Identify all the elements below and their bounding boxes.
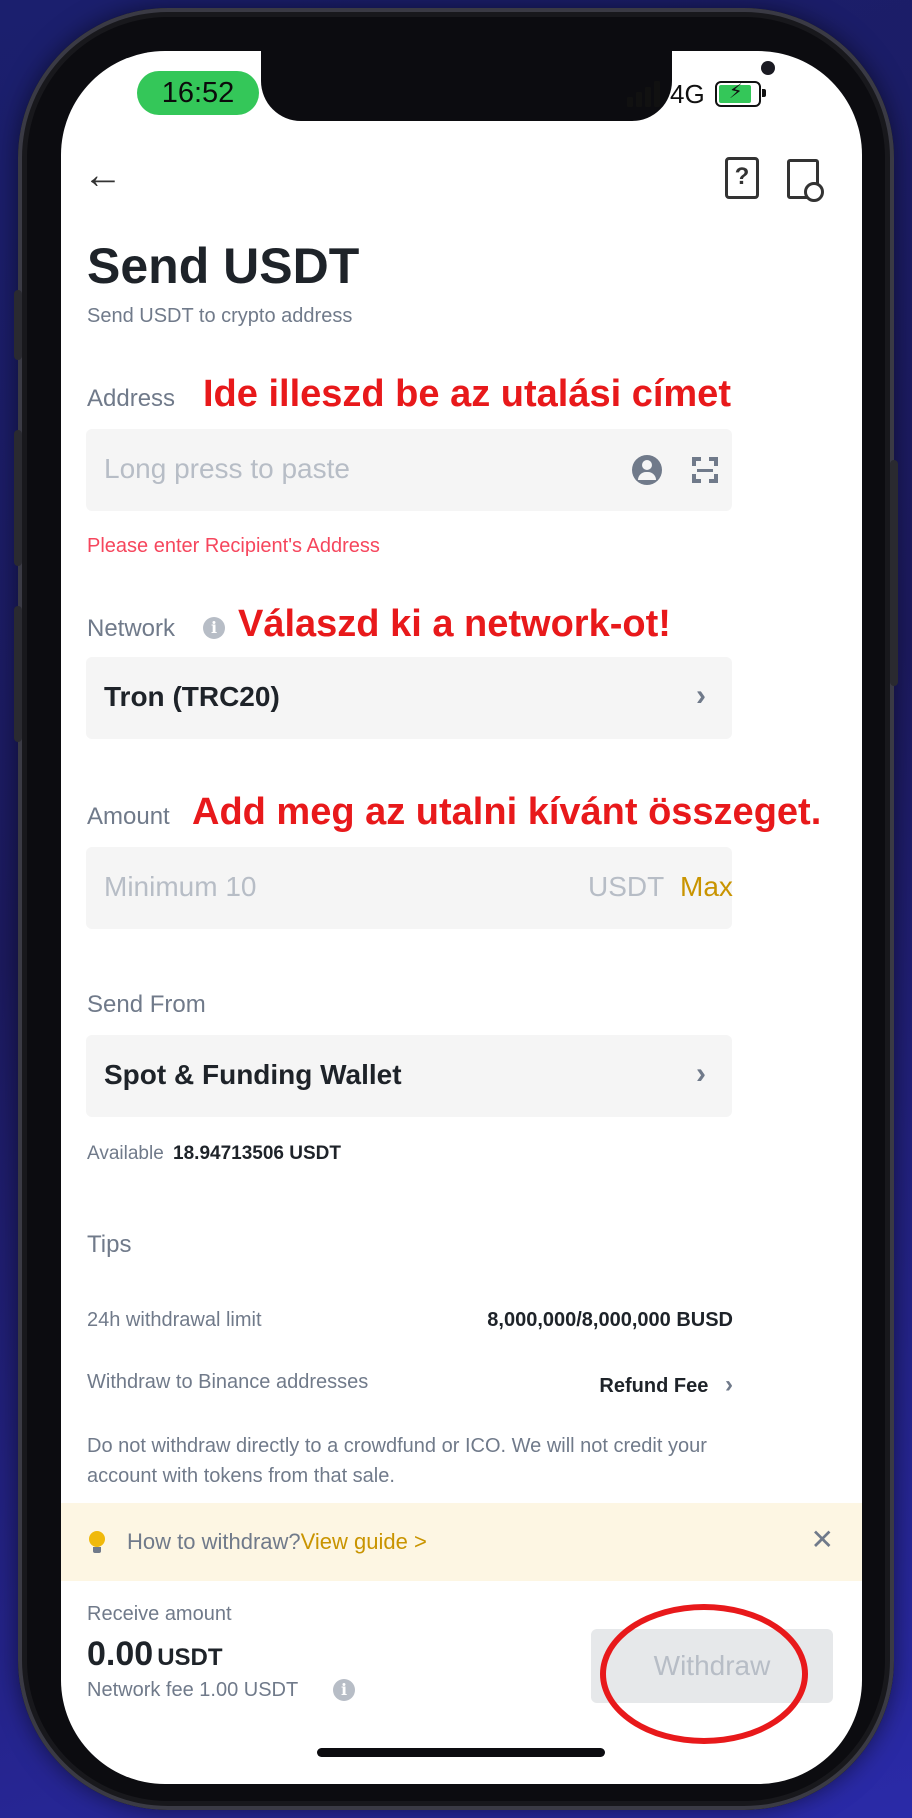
phone-screen: 16:52 4G ⚡ ← ? Send USDT Send USDT to cr… xyxy=(61,51,862,1784)
lightbulb-icon xyxy=(89,1531,105,1553)
available-label: Available xyxy=(87,1143,164,1164)
address-label: Address xyxy=(87,385,176,412)
camera xyxy=(761,61,775,75)
page-subtitle: Send USDT to crypto address xyxy=(87,305,353,327)
binance-address-row[interactable]: Withdraw to Binance addresses Refund Fee xyxy=(87,1371,733,1397)
page-title: Send USDT xyxy=(87,238,360,294)
guide-banner: How to withdraw?View guide > ✕ xyxy=(61,1503,862,1581)
wallet-select[interactable]: Spot & Funding Wallet › xyxy=(86,1035,732,1117)
amount-label: Amount xyxy=(87,803,170,830)
address-input[interactable]: Long press to paste xyxy=(86,429,732,511)
amount-annotation: Add meg az utalni kívánt összeget. xyxy=(192,791,822,833)
receive-label: Receive amount xyxy=(87,1603,232,1625)
status-indicators: 4G ⚡ xyxy=(627,77,766,111)
highlight-circle xyxy=(600,1604,808,1744)
guide-text: How to withdraw?View guide > xyxy=(127,1529,427,1555)
back-arrow-icon[interactable]: ← xyxy=(83,153,123,198)
binance-label: Withdraw to Binance addresses xyxy=(87,1371,369,1393)
wallet-value: Spot & Funding Wallet xyxy=(104,1059,402,1090)
chevron-right-icon: › xyxy=(696,679,706,712)
network-label: Network xyxy=(87,615,176,642)
tips-title: Tips xyxy=(87,1231,132,1258)
fee-info-icon[interactable]: i xyxy=(333,1679,355,1701)
amount-placeholder: Minimum 10 xyxy=(104,871,257,902)
status-time: 16:52 xyxy=(137,71,259,115)
limit-value: 8,000,000/8,000,000 BUSD xyxy=(487,1309,733,1331)
network-fee-text: Network fee 1.00 USDT xyxy=(87,1679,299,1701)
mute-switch xyxy=(14,290,22,360)
receive-unit: USDT xyxy=(157,1644,223,1671)
limit-label: 24h withdrawal limit xyxy=(87,1309,262,1331)
network-select[interactable]: Tron (TRC20) › xyxy=(86,657,732,739)
ico-warning: Do not withdraw directly to a crowdfund … xyxy=(87,1435,707,1487)
close-icon[interactable]: ✕ xyxy=(811,1523,834,1556)
history-icon[interactable] xyxy=(787,159,824,202)
amount-input[interactable]: Minimum 10 USDT Max xyxy=(86,847,733,929)
guide-question: How to withdraw? xyxy=(127,1529,301,1554)
scan-qr-icon[interactable] xyxy=(692,457,718,483)
refund-fee-link[interactable]: Refund Fee xyxy=(599,1371,733,1399)
help-icon[interactable]: ? xyxy=(725,157,759,199)
available-balance: Available 18.94713506 USDT xyxy=(87,1143,341,1165)
view-guide-link[interactable]: View guide > xyxy=(301,1529,427,1554)
network-fee: Network fee 1.00 USDT xyxy=(87,1679,298,1702)
send-from-label: Send From xyxy=(87,991,206,1018)
withdrawal-limit-row: 24h withdrawal limit 8,000,000/8,000,000… xyxy=(87,1309,733,1332)
address-placeholder: Long press to paste xyxy=(104,453,350,484)
max-button[interactable]: Max xyxy=(680,871,733,903)
network-value: Tron (TRC20) xyxy=(104,681,280,712)
amount-unit: USDT xyxy=(588,871,665,902)
chevron-right-icon: › xyxy=(696,1057,706,1090)
notch xyxy=(261,51,775,121)
receive-value: 0.00 xyxy=(87,1635,154,1673)
receive-amount: 0.00 USDT xyxy=(87,1635,223,1674)
address-book-icon[interactable] xyxy=(632,455,662,485)
battery-icon: ⚡ xyxy=(714,81,766,107)
volume-down-button xyxy=(14,606,22,742)
home-indicator[interactable] xyxy=(317,1748,605,1757)
address-error: Please enter Recipient's Address xyxy=(87,535,380,557)
power-button xyxy=(890,460,898,686)
volume-up-button xyxy=(14,430,22,566)
available-value: 18.94713506 USDT xyxy=(173,1143,341,1164)
signal-icon xyxy=(627,81,660,107)
network-info-icon[interactable]: i xyxy=(203,617,225,639)
address-annotation: Ide illeszd be az utalási címet xyxy=(203,373,731,415)
network-type: 4G xyxy=(670,78,705,109)
network-annotation: Válaszd ki a network-ot! xyxy=(238,603,671,645)
